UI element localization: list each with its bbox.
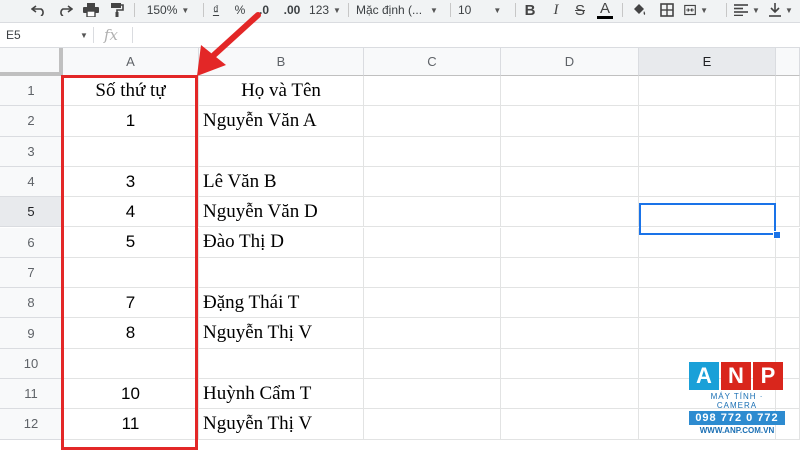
logo-letter: P [753,362,783,390]
logo-letter: A [689,362,719,390]
logo-letter: N [721,362,751,390]
logo-phone: 098 772 0 772 [689,411,785,425]
logo-letters: A N P [689,362,785,390]
logo-tagline: MÁY TÍNH · CAMERA [710,392,764,410]
annotation-arrow [197,12,261,76]
logo-website: WWW.ANP.COM.VN [699,426,775,435]
anp-logo: A N P MÁY TÍNH · CAMERA 098 772 0 772 WW… [689,362,785,438]
